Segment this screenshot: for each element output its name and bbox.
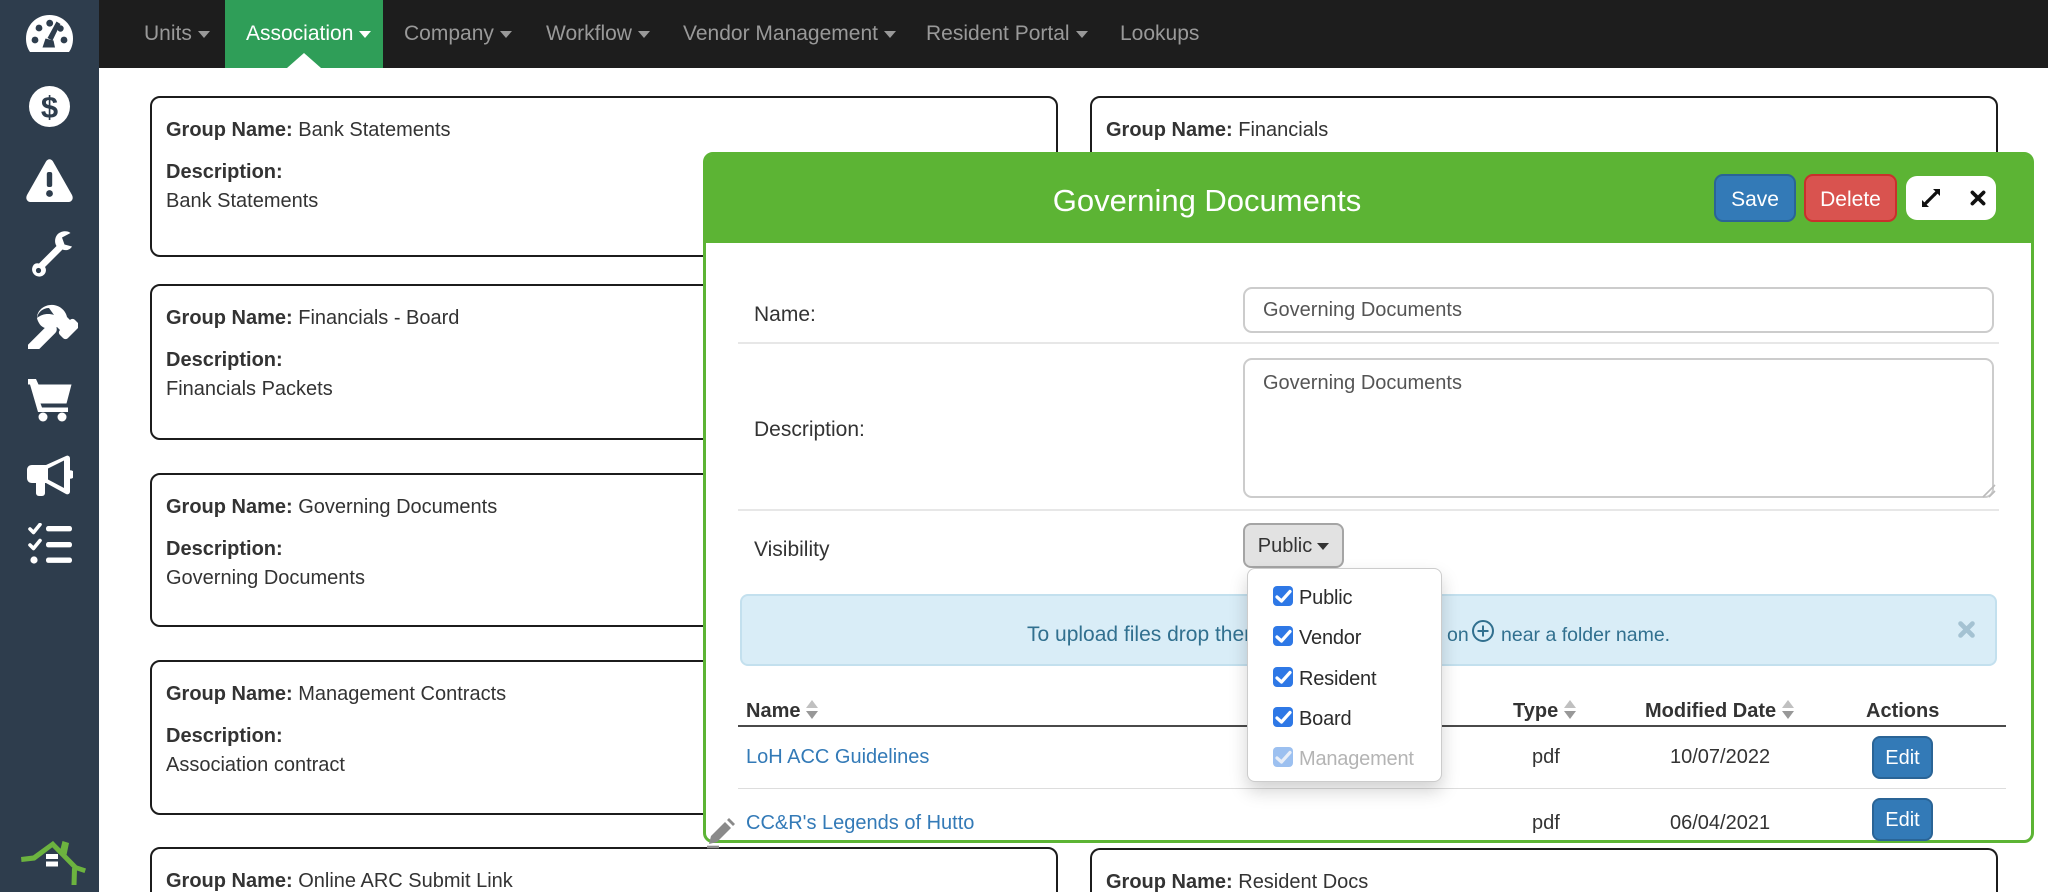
svg-text:$: $ [41,90,58,125]
